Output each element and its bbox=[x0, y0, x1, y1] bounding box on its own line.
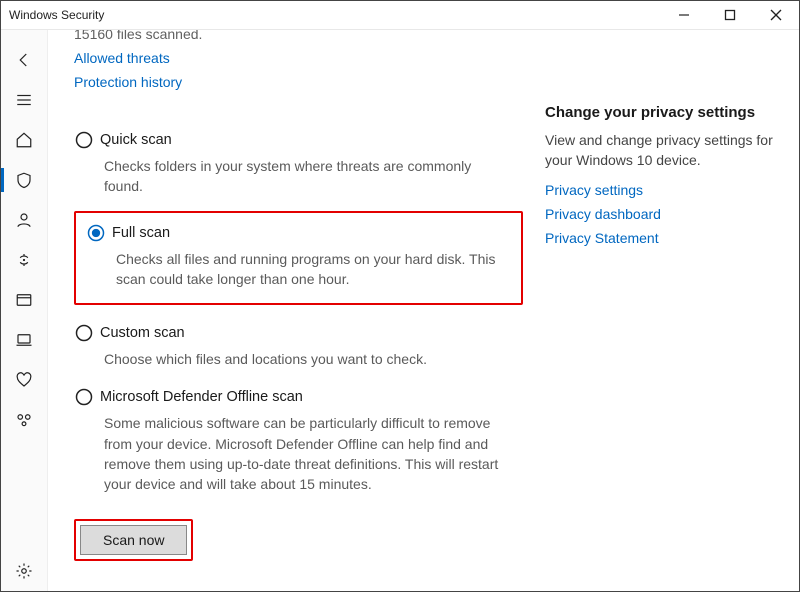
allowed-threats-link[interactable]: Allowed threats bbox=[74, 50, 170, 66]
shield-icon[interactable] bbox=[1, 160, 47, 200]
network-icon[interactable] bbox=[1, 240, 47, 280]
app-browser-icon[interactable] bbox=[1, 280, 47, 320]
protection-history-link[interactable]: Protection history bbox=[74, 74, 182, 90]
privacy-desc: View and change privacy settings for you… bbox=[545, 131, 775, 170]
scan-option-label: Quick scan bbox=[100, 132, 172, 148]
scan-option-desc: Checks folders in your system where thre… bbox=[104, 156, 504, 197]
privacy-settings-link[interactable]: Privacy settings bbox=[545, 182, 643, 198]
home-icon[interactable] bbox=[1, 120, 47, 160]
scan-radio-offline[interactable] bbox=[74, 387, 94, 407]
privacy-heading: Change your privacy settings bbox=[545, 104, 775, 121]
menu-icon[interactable] bbox=[1, 80, 47, 120]
scan-option-label: Full scan bbox=[112, 225, 170, 241]
full-scan-highlight: Full scan Checks all files and running p… bbox=[74, 211, 523, 306]
scan-now-highlight: Scan now bbox=[74, 519, 193, 561]
truncated-status: 15160 files scanned. bbox=[74, 30, 523, 42]
window-title: Windows Security bbox=[9, 8, 104, 22]
maximize-button[interactable] bbox=[707, 1, 753, 29]
privacy-statement-link[interactable]: Privacy Statement bbox=[545, 230, 659, 246]
scan-radio-quick[interactable] bbox=[74, 130, 94, 150]
minimize-button[interactable] bbox=[661, 1, 707, 29]
privacy-dashboard-link[interactable]: Privacy dashboard bbox=[545, 206, 661, 222]
family-icon[interactable] bbox=[1, 400, 47, 440]
scan-option-desc: Checks all files and running programs on… bbox=[116, 249, 509, 290]
close-button[interactable] bbox=[753, 1, 799, 29]
health-icon[interactable] bbox=[1, 360, 47, 400]
scan-option-desc: Choose which files and locations you wan… bbox=[104, 349, 504, 369]
scan-option-label: Microsoft Defender Offline scan bbox=[100, 389, 303, 405]
back-icon[interactable] bbox=[1, 40, 47, 80]
scan-radio-full[interactable] bbox=[86, 223, 106, 243]
device-icon[interactable] bbox=[1, 320, 47, 360]
scan-option-desc: Some malicious software can be particula… bbox=[104, 413, 504, 494]
scan-now-button[interactable]: Scan now bbox=[80, 525, 187, 555]
scan-radio-custom[interactable] bbox=[74, 323, 94, 343]
settings-icon[interactable] bbox=[1, 551, 47, 591]
account-icon[interactable] bbox=[1, 200, 47, 240]
scan-option-label: Custom scan bbox=[100, 325, 185, 341]
